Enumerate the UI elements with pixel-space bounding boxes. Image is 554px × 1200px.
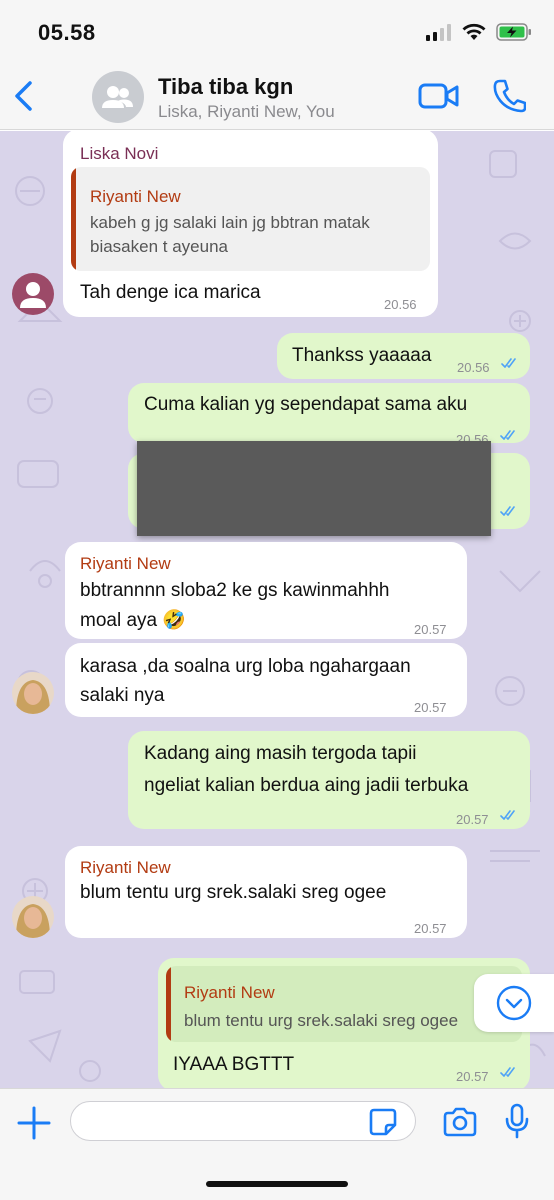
quote-accent-bar	[71, 167, 76, 271]
status-time: 05.58	[38, 20, 96, 45]
message-timestamp: 20.57	[414, 700, 447, 715]
camera-button[interactable]	[442, 1107, 478, 1137]
group-avatar-icon	[102, 86, 133, 108]
status-bar: 05.58	[0, 0, 554, 64]
sticker-icon	[369, 1108, 397, 1136]
chat-title[interactable]: Tiba tiba kgn	[158, 74, 293, 100]
quoted-sender-name: Riyanti New	[184, 983, 275, 1002]
message-text: Cuma kalian yg sependapat sama aku	[144, 394, 468, 415]
message-text: blum tentu urg srek.salaki sreg ogee	[80, 882, 387, 903]
voice-message-button[interactable]	[505, 1103, 529, 1139]
plus-icon	[17, 1106, 51, 1140]
profile-photo	[12, 672, 54, 714]
profile-photo	[12, 896, 54, 938]
message-text: Thankss yaaaaa	[292, 345, 432, 366]
quoted-message-text: kabeh g jg salaki lain jg bbtran matak b…	[90, 213, 370, 256]
video-call-button[interactable]	[418, 81, 460, 111]
voice-call-button[interactable]	[492, 78, 527, 114]
avatar-riyanti[interactable]	[12, 672, 54, 714]
phone-icon	[493, 79, 527, 113]
scroll-to-bottom-button[interactable]	[474, 974, 554, 1032]
message-timestamp: 20.57	[456, 1069, 489, 1084]
message-bubble-outgoing[interactable]: Kadang aing masih tergoda tapii ngeliat …	[128, 731, 530, 829]
message-input[interactable]	[70, 1101, 416, 1141]
message-timestamp: 20.57	[456, 812, 489, 827]
chat-header: Tiba tiba kgn Liska, Riyanti New, You	[0, 64, 554, 130]
chat-participants[interactable]: Liska, Riyanti New, You	[158, 102, 335, 122]
attach-button[interactable]	[16, 1105, 52, 1141]
read-receipt-icon	[500, 1067, 515, 1077]
message-bubble-incoming[interactable]: Liska Novi Riyanti New kabeh g jg salaki…	[63, 131, 438, 317]
group-avatar[interactable]	[92, 71, 144, 123]
message-sender-name: Liska Novi	[80, 144, 159, 163]
message-bubble-outgoing[interactable]: Cuma kalian yg sependapat sama aku 20.56	[128, 383, 530, 447]
read-receipt-icon	[500, 810, 515, 820]
video-camera-icon	[418, 83, 459, 109]
quoted-message[interactable]: Riyanti New kabeh g jg salaki lain jg bb…	[71, 167, 430, 271]
camera-icon	[443, 1107, 477, 1137]
chat-messages-area[interactable]: Liska Novi Riyanti New kabeh g jg salaki…	[0, 131, 554, 1088]
microphone-icon	[505, 1103, 529, 1139]
chevron-left-icon	[15, 81, 32, 111]
message-input-bar	[0, 1088, 554, 1200]
message-sender-name: Riyanti New	[80, 554, 171, 573]
message-timestamp: 20.56	[384, 297, 417, 312]
quoted-sender-name: Riyanti New	[90, 187, 181, 206]
message-text: bbtrannnn sloba2 ke gs kawinmahhh moal a…	[80, 580, 390, 631]
avatar-liska[interactable]	[12, 273, 54, 315]
home-indicator	[206, 1181, 348, 1187]
message-bubble-incoming[interactable]: Riyanti New bbtrannnn sloba2 ke gs kawin…	[65, 542, 467, 639]
message-text: Tah denge ica marica	[80, 282, 261, 303]
message-timestamp: 20.57	[414, 622, 447, 637]
message-bubble-incoming[interactable]: karasa ,da soalna urg loba ngahargaan sa…	[65, 643, 467, 717]
read-receipt-icon	[501, 358, 516, 368]
message-text: Kadang aing masih tergoda tapii ngeliat …	[144, 743, 469, 796]
chevron-down-circle-icon	[496, 985, 532, 1021]
message-timestamp: 20.57	[414, 921, 447, 936]
message-text: karasa ,da soalna urg loba ngahargaan sa…	[80, 656, 411, 706]
avatar-riyanti[interactable]	[12, 896, 54, 938]
read-receipt-icon	[500, 430, 515, 440]
message-bubble-incoming[interactable]: Riyanti New blum tentu urg srek.salaki s…	[65, 846, 467, 938]
signal-icon	[426, 24, 451, 41]
message-bubble-outgoing[interactable]: Thankss yaaaaa 20.56	[277, 333, 530, 379]
status-icons	[426, 22, 532, 42]
message-sender-name: Riyanti New	[80, 858, 171, 877]
quoted-message[interactable]: Riyanti New blum tentu urg srek.salaki s…	[166, 966, 522, 1042]
message-timestamp: 20.56	[457, 360, 490, 375]
redacted-content-overlay	[137, 441, 491, 536]
message-text: IYAAA BGTTT	[173, 1054, 295, 1075]
read-receipt-icon	[500, 506, 515, 516]
default-user-icon	[20, 282, 46, 308]
back-button[interactable]	[10, 78, 38, 114]
quote-accent-bar	[166, 966, 171, 1042]
quoted-message-text: blum tentu urg srek.salaki sreg ogee	[184, 1011, 459, 1030]
wifi-icon	[462, 23, 486, 40]
battery-charging-icon	[496, 23, 531, 41]
sticker-button[interactable]	[368, 1107, 398, 1137]
